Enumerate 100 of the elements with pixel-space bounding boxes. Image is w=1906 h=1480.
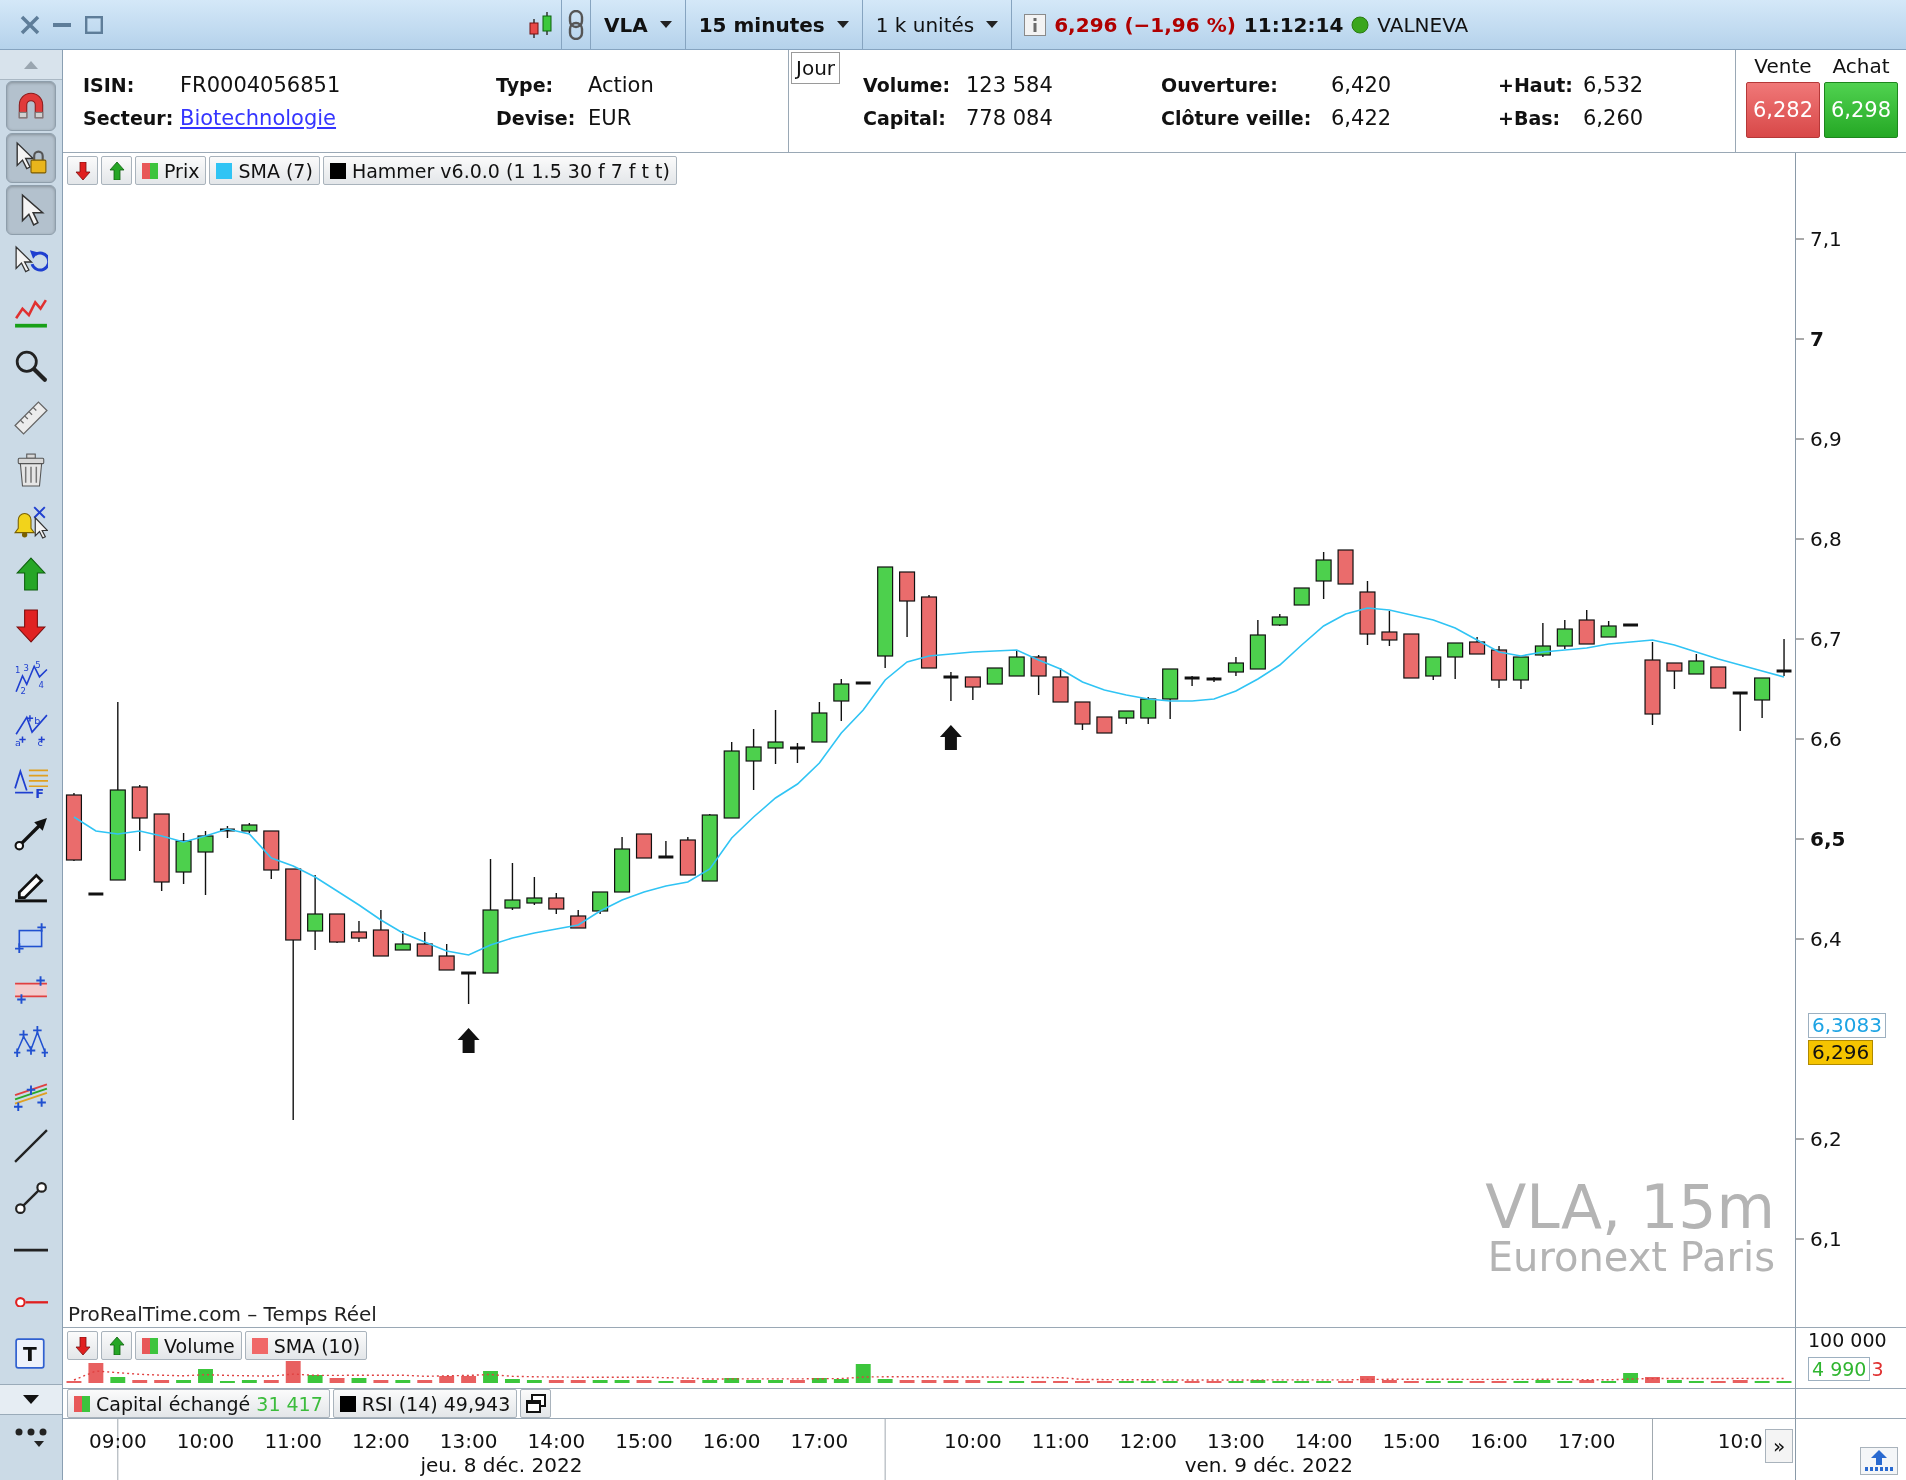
candlestick: [745, 728, 762, 791]
timeframe-dropdown[interactable]: 15 minutes: [685, 0, 863, 49]
legend-item[interactable]: SMA (7): [209, 156, 320, 185]
period-tab[interactable]: Jour: [791, 52, 841, 84]
info-icon[interactable]: [1024, 13, 1047, 36]
candlestick: [701, 813, 718, 882]
indicator-value-label: 6,3083: [1808, 1013, 1886, 1038]
sector-link[interactable]: Biotechnologie: [180, 105, 337, 130]
time-label: 12:00: [352, 1429, 410, 1453]
text-tool-button[interactable]: T: [6, 1329, 56, 1379]
candlestick: [1754, 677, 1771, 719]
time-label: 16:00: [1470, 1429, 1528, 1453]
candlestick: [263, 830, 280, 880]
swatch-icon: [142, 162, 158, 179]
candlestick: [394, 930, 411, 951]
magnet-tool-button[interactable]: [6, 81, 56, 131]
candlestick: [1096, 716, 1113, 734]
field-value: 6,260: [1583, 105, 1644, 130]
auto-scale-button[interactable]: [1860, 1447, 1898, 1475]
candlestick: [1337, 549, 1354, 585]
candlestick: [1052, 667, 1069, 703]
volume-tick-label: 100 000: [1808, 1329, 1887, 1351]
indicator-legend-item[interactable]: Capital échangé 31 417: [67, 1389, 330, 1418]
tools-dropdown-button[interactable]: [0, 1384, 62, 1415]
legend-item[interactable]: Prix: [135, 156, 207, 185]
legend-item[interactable]: Volume: [135, 1331, 242, 1360]
candlestick: [197, 830, 214, 896]
candlestick: [526, 876, 543, 906]
pointer-tool-button[interactable]: [6, 185, 56, 235]
cursor-lock-icon: [14, 141, 48, 175]
up-arrow-icon: [14, 557, 48, 591]
price-tick-label: 6,5: [1810, 827, 1846, 851]
field-value: 6,422: [1331, 105, 1392, 130]
up-arrow-button[interactable]: [101, 156, 132, 185]
candlestick: [372, 909, 389, 957]
field-label: +Haut:: [1498, 73, 1573, 96]
price-tick-label: 6,4: [1810, 927, 1842, 951]
rectangle-icon: [14, 921, 48, 955]
candlestick: [1206, 676, 1222, 683]
close-icon: [20, 14, 40, 35]
field-label: Ouverture:: [1161, 73, 1278, 96]
candlestick: [1008, 649, 1025, 677]
up-arrow-button[interactable]: [101, 1331, 132, 1360]
peaks-icon: [14, 1025, 48, 1059]
candlestick: [767, 709, 784, 765]
candlestick: [65, 792, 82, 862]
price-tick-label: 6,6: [1810, 727, 1842, 751]
fibonacci-tool-button[interactable]: F: [6, 757, 56, 807]
candlestick: [614, 836, 631, 893]
candlestick: [658, 840, 674, 859]
candlestick-icon: [527, 10, 555, 39]
time-label: 17:00: [1557, 1429, 1616, 1453]
candlestick: [1249, 619, 1266, 670]
candlestick: [1600, 620, 1617, 638]
legend-item[interactable]: Hammer v6.0.0 (1 1.5 30 f 7 f t t): [322, 156, 677, 185]
symbol-dropdown[interactable]: VLA: [591, 0, 686, 49]
candlestick: [1227, 656, 1244, 677]
candlestick: [175, 832, 192, 885]
time-label: 13:00: [1207, 1429, 1265, 1453]
horizontal-line-icon: [14, 1247, 48, 1253]
candlestick: [679, 836, 696, 876]
volume-value-label: 4 990: [1808, 1357, 1871, 1381]
candlestick: [1381, 610, 1398, 647]
time-label: 11:00: [264, 1429, 322, 1453]
candlestick: [1184, 675, 1200, 687]
lock-tool-button[interactable]: [6, 133, 56, 183]
candlestick: [811, 701, 828, 743]
down-arrow-icon: [74, 161, 91, 180]
legend-item[interactable]: SMA (10): [244, 1331, 368, 1360]
candlestick: [790, 742, 805, 764]
candlestick: [1074, 701, 1091, 731]
price-tick-label: 6,8: [1810, 527, 1842, 551]
down-arrow-button[interactable]: [67, 156, 98, 185]
units-dropdown[interactable]: 1 k unités: [862, 0, 1013, 49]
wave-count-tool-button[interactable]: 1 3 5 2 4: [6, 653, 56, 703]
bell-icon: [14, 505, 48, 539]
overlapping-windows-icon: [525, 1393, 546, 1414]
candlestick: [461, 971, 477, 1005]
up-arrow-icon: [1864, 1450, 1894, 1472]
field-label: ISIN:: [83, 73, 135, 96]
candlestick: [438, 943, 455, 971]
field-value: 6,532: [1583, 72, 1644, 97]
candlestick: [964, 676, 981, 701]
scroll-right-button[interactable]: »: [1765, 1429, 1793, 1463]
price-tick-label: 6,2: [1810, 1127, 1842, 1151]
candlestick: [1140, 696, 1157, 725]
indicator-legend-item[interactable]: RSI (14) 49,943: [332, 1389, 518, 1418]
candlestick: [1271, 613, 1288, 627]
caret-down-icon: [23, 1395, 39, 1404]
candlestick: [1469, 636, 1486, 655]
candlestick: [592, 891, 609, 915]
candlestick: [416, 931, 433, 957]
detach-window-button[interactable]: [520, 1389, 552, 1418]
time-label: 15:00: [1382, 1429, 1441, 1453]
time-label: 09:00: [89, 1429, 147, 1453]
candlestick: [504, 862, 521, 911]
instrument-name: VALNEVA: [1377, 12, 1469, 37]
field-label: Volume:: [863, 73, 951, 96]
candlestick: [1447, 642, 1464, 680]
down-arrow-button[interactable]: [67, 1331, 98, 1360]
